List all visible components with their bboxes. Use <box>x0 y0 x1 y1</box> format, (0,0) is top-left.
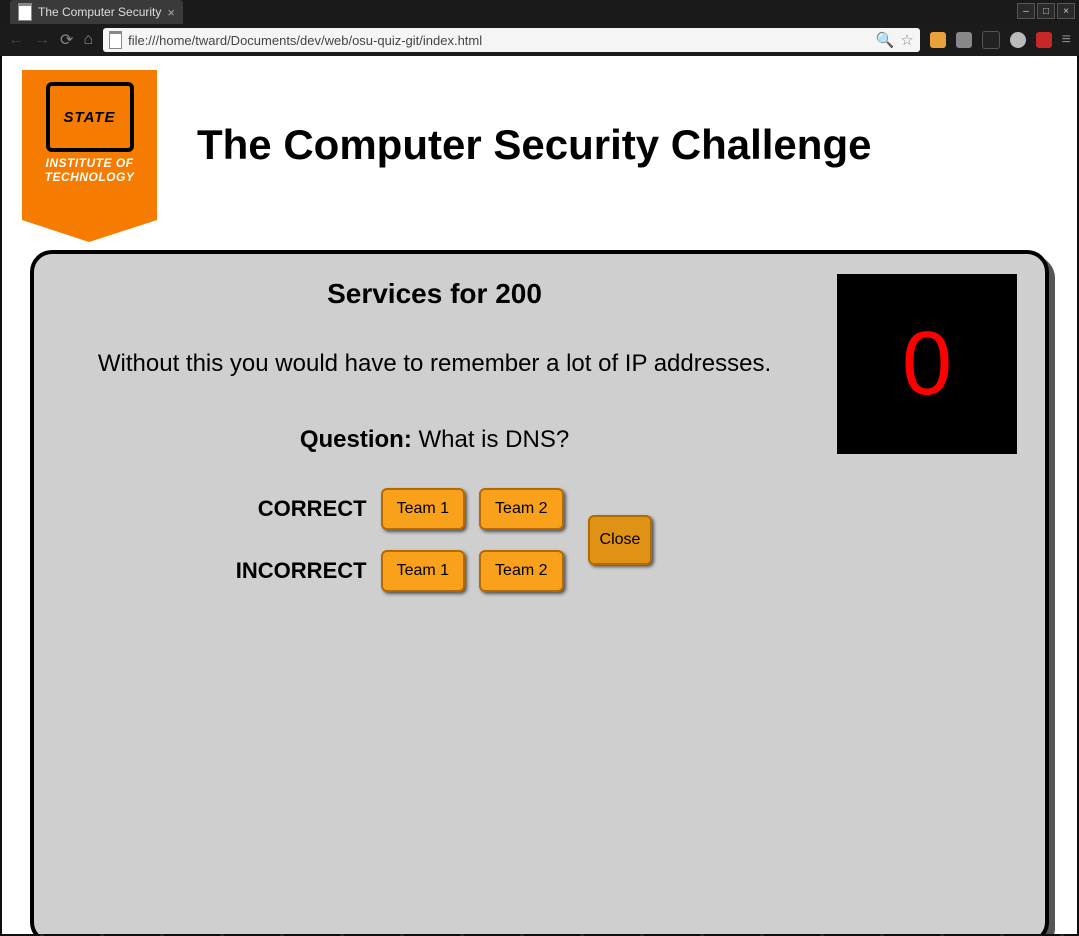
url-text: file:///home/tward/Documents/dev/web/osu… <box>128 33 482 48</box>
page-icon <box>18 3 32 21</box>
home-button[interactable]: ⌂ <box>83 31 93 49</box>
incorrect-team2-button[interactable]: Team 2 <box>479 550 563 592</box>
logo-shield-text: STATE <box>64 109 116 126</box>
bookmark-star-icon[interactable]: ☆ <box>900 31 913 49</box>
logo-shield-icon: STATE <box>46 82 134 152</box>
extension-icon-1[interactable] <box>930 32 946 48</box>
window-close-button[interactable]: × <box>1057 3 1075 19</box>
page-content: STATE INSTITUTE OF TECHNOLOGY The Comput… <box>2 56 1077 934</box>
zoom-icon[interactable]: 🔍 <box>876 31 895 49</box>
incorrect-row: INCORRECT Team 1 Team 2 <box>217 550 564 592</box>
extension-icon-2[interactable] <box>982 31 1000 49</box>
tab-close-icon[interactable]: × <box>167 6 175 19</box>
logo-line1: INSTITUTE OF <box>22 156 157 170</box>
button-area: CORRECT Team 1 Team 2 INCORRECT Team 1 T… <box>62 488 807 592</box>
browser-toolbar: ← → ⟳ ⌂ file:///home/tward/Documents/dev… <box>0 24 1079 57</box>
correct-row: CORRECT Team 1 Team 2 <box>217 488 564 530</box>
forward-button[interactable]: → <box>34 31 50 49</box>
address-bar[interactable]: file:///home/tward/Documents/dev/web/osu… <box>103 28 920 52</box>
logo-line2: TECHNOLOGY <box>22 170 157 184</box>
incorrect-team1-button[interactable]: Team 1 <box>381 550 465 592</box>
timer-value: 0 <box>902 313 952 416</box>
answer-line: Question: What is DNS? <box>62 426 807 454</box>
correct-label: CORRECT <box>217 496 367 522</box>
page-header: STATE INSTITUTE OF TECHNOLOGY The Comput… <box>22 70 1057 220</box>
question-label: Question: <box>300 426 412 453</box>
incorrect-label: INCORRECT <box>217 558 367 584</box>
category-points: Services for 200 <box>62 278 807 310</box>
timer-display: 0 <box>837 274 1017 454</box>
reload-button[interactable]: ⟳ <box>60 30 73 50</box>
osu-logo: STATE INSTITUTE OF TECHNOLOGY <box>22 70 157 220</box>
page-title: The Computer Security Challenge <box>197 121 871 169</box>
tab-title: The Computer Security <box>38 5 161 19</box>
back-button[interactable]: ← <box>8 31 24 49</box>
browser-viewport: STATE INSTITUTE OF TECHNOLOGY The Comput… <box>2 56 1077 934</box>
extension-icon-4[interactable] <box>1036 32 1052 48</box>
window-maximize-button[interactable]: □ <box>1037 3 1055 19</box>
quiz-card: Services for 200 Without this you would … <box>30 250 1049 934</box>
menu-icon[interactable]: ≡ <box>1062 31 1071 49</box>
extension-icon-3[interactable] <box>1010 32 1026 48</box>
correct-team2-button[interactable]: Team 2 <box>479 488 563 530</box>
browser-tab[interactable]: The Computer Security × <box>10 0 183 24</box>
question-area: Services for 200 Without this you would … <box>62 272 807 592</box>
close-button[interactable]: Close <box>588 515 653 565</box>
answer-text: What is DNS? <box>418 426 569 453</box>
page-file-icon <box>109 31 122 49</box>
window-minimize-button[interactable]: – <box>1017 3 1035 19</box>
gear-icon[interactable] <box>956 32 972 48</box>
window-titlebar: The Computer Security × – □ × <box>0 0 1079 24</box>
clue-text: Without this you would have to remember … <box>62 350 807 378</box>
correct-team1-button[interactable]: Team 1 <box>381 488 465 530</box>
